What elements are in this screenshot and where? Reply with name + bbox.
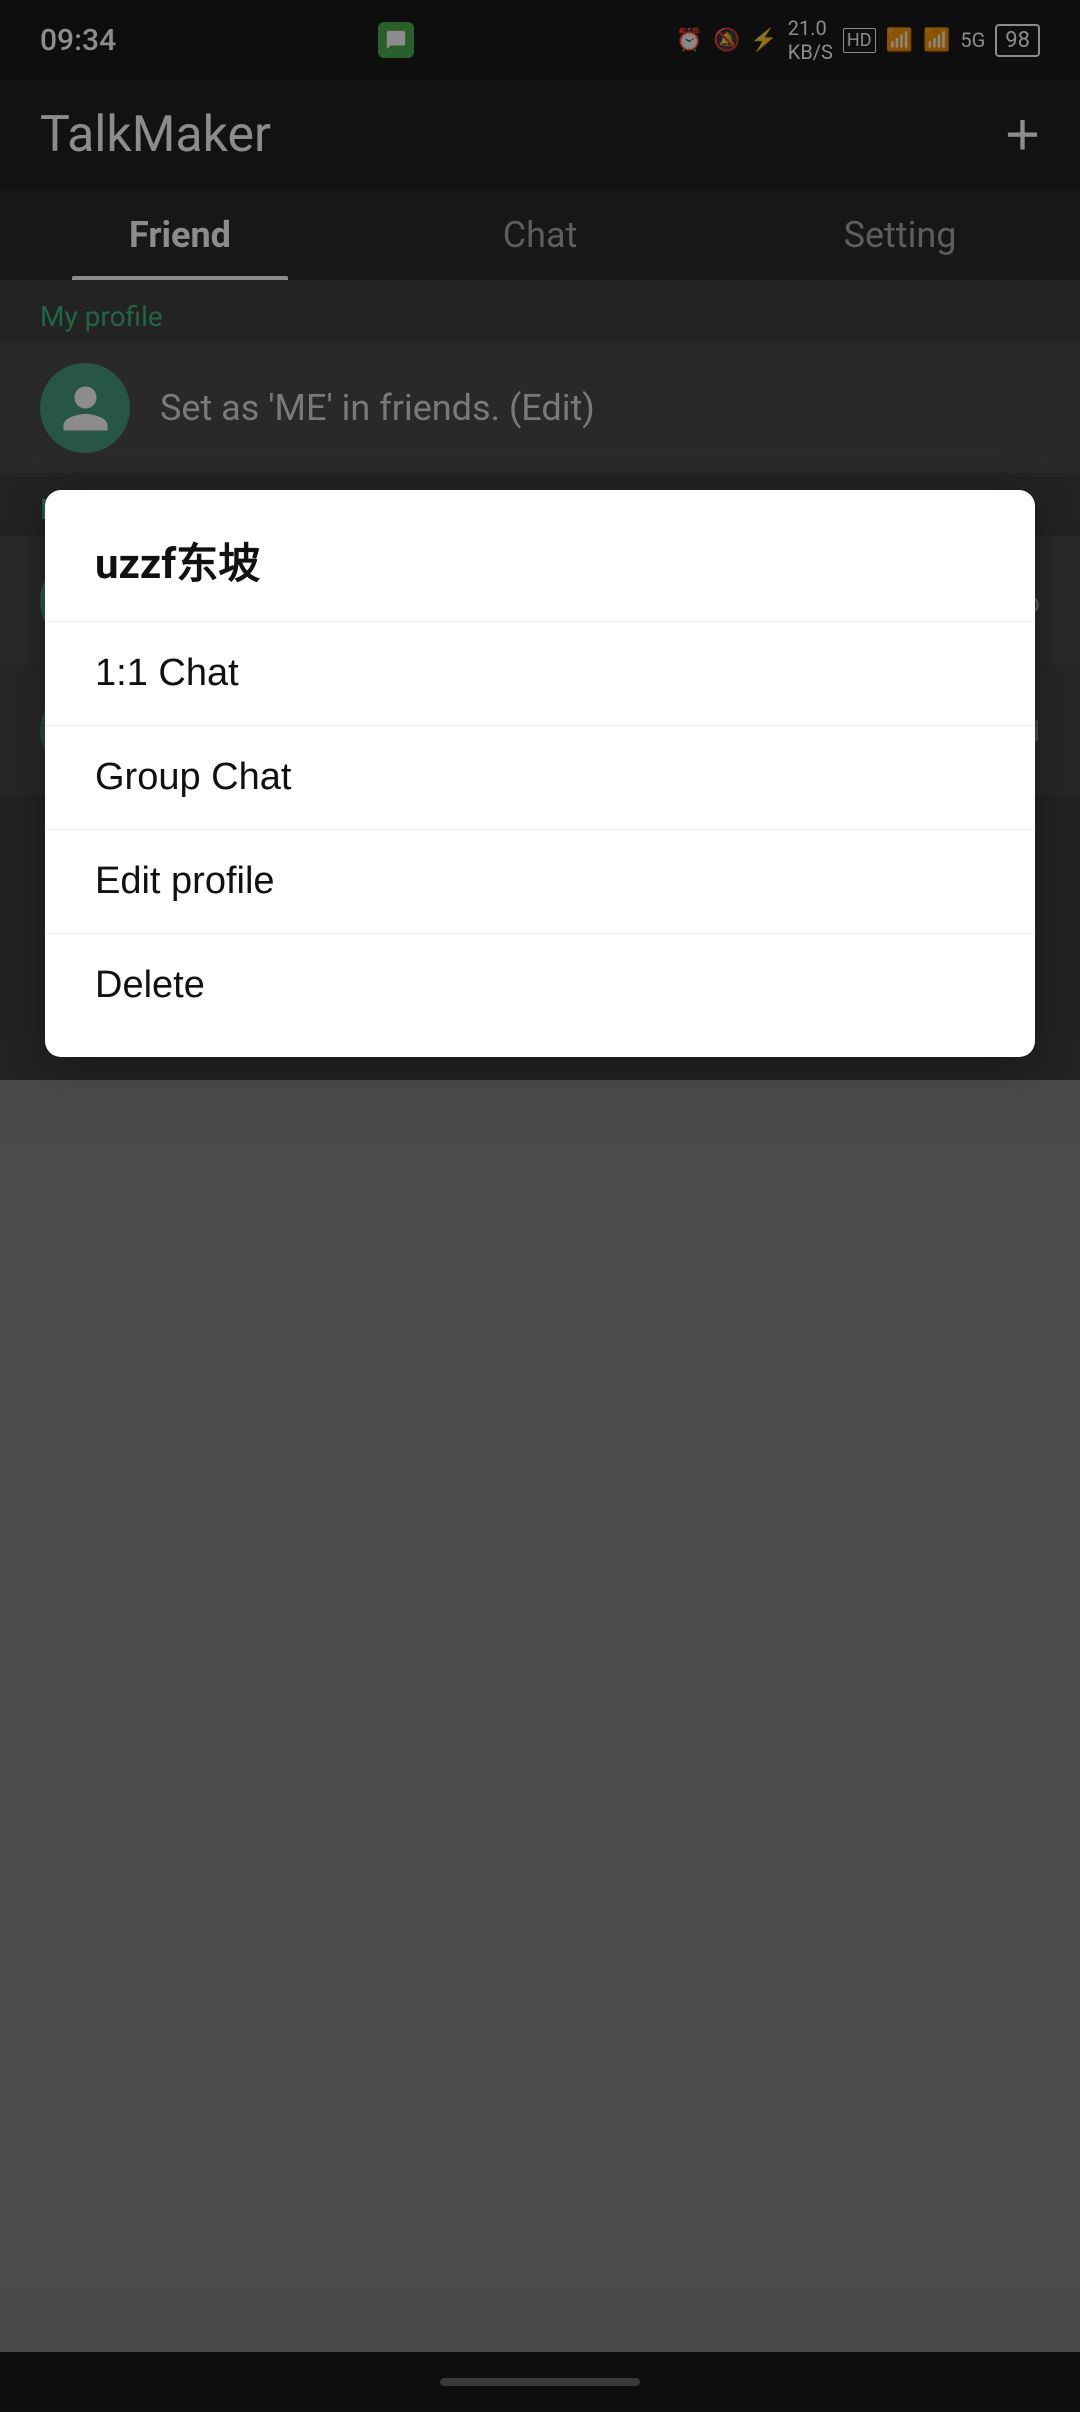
menu-contact-name: uzzf东坡 (45, 520, 1035, 621)
page-wrapper: 09:34 ⏰ 🔕 ⚡ 21.0KB/S HD 📶 📶 5G 98 (0, 0, 1080, 2412)
menu-item-delete[interactable]: Delete (45, 934, 1035, 1037)
context-menu: uzzf东坡 1:1 Chat Group Chat Edit profile … (45, 490, 1035, 1057)
menu-item-one-on-one-chat[interactable]: 1:1 Chat (45, 622, 1035, 725)
menu-item-group-chat[interactable]: Group Chat (45, 726, 1035, 829)
overlay-backdrop[interactable] (0, 0, 1080, 2412)
menu-item-edit-profile[interactable]: Edit profile (45, 830, 1035, 933)
